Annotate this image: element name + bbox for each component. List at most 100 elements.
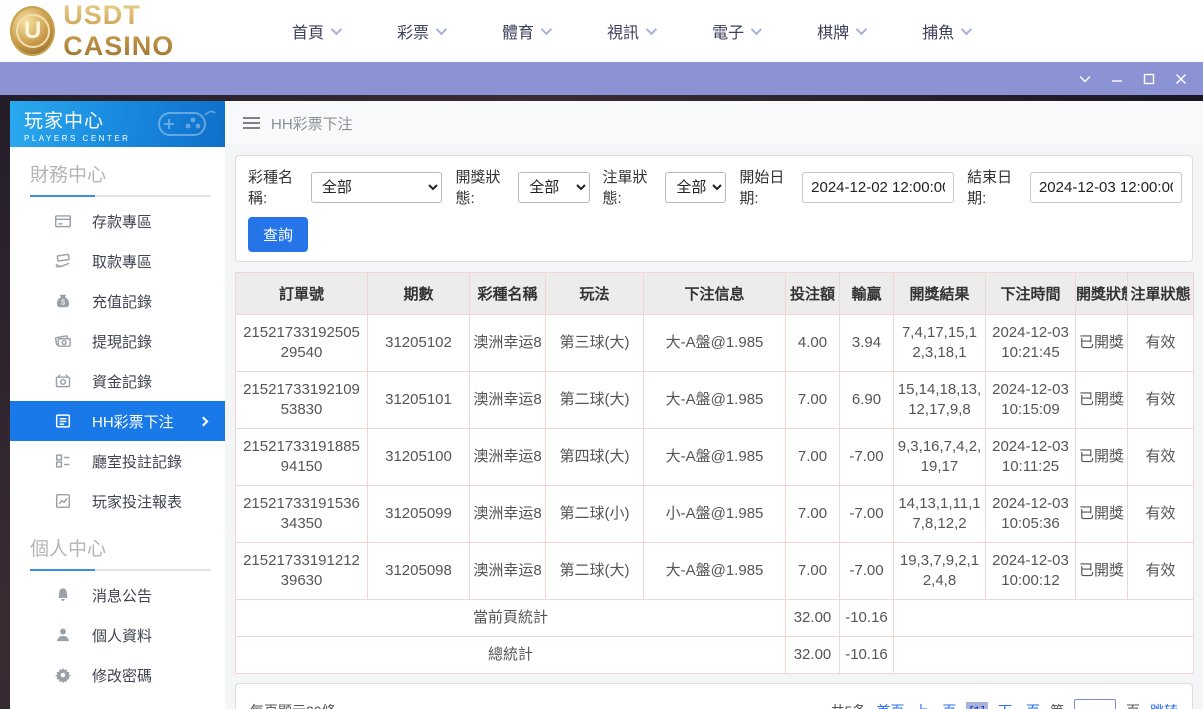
recharge-record-icon: $ xyxy=(54,292,72,310)
main-content: HH彩票下注 彩種名稱: 全部 開獎狀態: 全部 注單狀態: 全部 開始日期: … xyxy=(225,101,1203,709)
end-date-input[interactable] xyxy=(1029,171,1182,203)
table-cell: 已開獎 xyxy=(1075,542,1128,600)
per-page-label: 每頁顯示20條 xyxy=(250,701,336,709)
nav-item-label: 棋牌 xyxy=(817,25,850,42)
column-header: 下注時間 xyxy=(985,272,1076,315)
withdraw-record-icon xyxy=(54,332,72,350)
nav-item-label: 首頁 xyxy=(292,25,325,42)
sidebar-item[interactable]: 玩家投注報表 xyxy=(10,481,225,521)
table-cell: 2024-12-03 10:11:25 xyxy=(985,428,1076,486)
sidebar-item[interactable]: $ 充值記錄 xyxy=(10,281,225,321)
page-header: HH彩票下注 xyxy=(225,101,1203,145)
lottery-name-select[interactable]: 全部 xyxy=(310,171,443,203)
logo-text: USDT CASINO xyxy=(63,0,240,62)
site-logo[interactable]: U USDT CASINO xyxy=(0,0,240,62)
first-page-link[interactable]: 首页 xyxy=(876,701,904,709)
sidebar-item-label: 資金記錄 xyxy=(92,373,153,391)
summary-empty-cell xyxy=(893,599,1194,637)
prev-page-link[interactable]: 上一页 xyxy=(914,701,956,709)
nav-item[interactable]: 首頁 xyxy=(292,19,343,43)
nav-item[interactable]: 體育 xyxy=(502,19,553,43)
table-cell: 有效 xyxy=(1127,428,1194,486)
table-cell: -7.00 xyxy=(839,542,894,600)
table-cell: 已開獎 xyxy=(1075,428,1128,486)
next-page-link[interactable]: 下一页 xyxy=(998,701,1040,709)
window-minimize-button[interactable] xyxy=(1101,66,1133,92)
column-header: 玩法 xyxy=(545,272,644,315)
sidebar-item[interactable]: 資金記錄 xyxy=(10,361,225,401)
page-number-input[interactable] xyxy=(1074,699,1116,709)
nav-item[interactable]: 捕魚 xyxy=(922,19,973,43)
sidebar-item[interactable]: 修改密碼 xyxy=(10,655,225,695)
jump-link[interactable]: 跳转 xyxy=(1150,701,1178,709)
sidebar-section-title: 財務中心 xyxy=(30,165,107,186)
nav-item-label: 彩票 xyxy=(397,25,430,42)
column-header: 開獎結果 xyxy=(893,272,986,315)
column-header: 開獎狀態 xyxy=(1075,272,1128,315)
table-cell: 澳洲幸运8 xyxy=(469,314,546,372)
sidebar-item[interactable]: 取款專區 xyxy=(10,241,225,281)
nav-item[interactable]: 電子 xyxy=(712,19,763,43)
table-row: 2152173319250529540 31205102 澳洲幸运8 第三球(大) 大-… xyxy=(235,314,1194,372)
current-page-indicator[interactable]: [1] xyxy=(966,702,988,709)
section-divider xyxy=(30,569,211,571)
table-cell: 澳洲幸运8 xyxy=(469,371,546,429)
table-cell: 2024-12-03 10:15:09 xyxy=(985,371,1076,429)
sidebar-item[interactable]: 存款專區 xyxy=(10,201,225,241)
nav-item[interactable]: 棋牌 xyxy=(817,19,868,43)
nav-item-label: 體育 xyxy=(502,25,535,42)
total-count-label: 共5条 xyxy=(831,701,867,709)
sidebar-item[interactable]: 消息公告 xyxy=(10,575,225,615)
gamepad-icon xyxy=(158,110,216,136)
table-row: 2152173319188594150 31205100 澳洲幸运8 第四球(大) 大-… xyxy=(235,428,1194,486)
nav-item[interactable]: 視訊 xyxy=(607,19,658,43)
table-cell: 14,13,1,11,17,8,12,2 xyxy=(893,485,986,543)
hamburger-menu-icon[interactable] xyxy=(243,117,260,129)
search-button[interactable]: 查詢 xyxy=(248,217,309,252)
sidebar-item[interactable]: 個人資料 xyxy=(10,615,225,655)
draw-status-label: 開獎狀態: xyxy=(455,169,501,207)
summary-label: 總統計 xyxy=(235,636,786,674)
order-status-label: 注單狀態: xyxy=(602,169,648,207)
logo-letter: U xyxy=(15,14,50,48)
page-prefix-label: 第 xyxy=(1050,701,1064,709)
window-maximize-button[interactable] xyxy=(1133,66,1165,92)
start-date-label: 開始日期: xyxy=(739,169,785,207)
column-header: 下注信息 xyxy=(643,272,786,315)
sidebar-item[interactable]: 提現記錄 xyxy=(10,321,225,361)
page-title: HH彩票下注 xyxy=(271,115,353,133)
sidebar-item[interactable]: HH彩票下注 xyxy=(10,401,225,441)
end-date-label: 結束日期: xyxy=(967,169,1013,207)
sidebar-item-label: 消息公告 xyxy=(92,587,153,605)
summary-winloss-total: -10.16 xyxy=(839,636,894,674)
sidebar-item-label: 個人資料 xyxy=(92,627,153,645)
chevron-down-icon xyxy=(960,23,973,36)
sidebar-item[interactable]: 廳室投註記錄 xyxy=(10,441,225,481)
start-date-input[interactable] xyxy=(802,171,955,203)
column-header: 投注額 xyxy=(785,272,840,315)
window-titlebar xyxy=(0,62,1203,95)
sidebar-item-label: HH彩票下注 xyxy=(92,413,174,431)
nav-item[interactable]: 彩票 xyxy=(397,19,448,43)
table-cell: 6.90 xyxy=(839,371,894,429)
site-header: U USDT CASINO 首頁 彩票 體育 視訊 電子 棋牌 捕魚 xyxy=(0,0,1203,62)
order-status-select[interactable]: 全部 xyxy=(665,171,727,203)
table-cell: 2152173319153634350 xyxy=(235,485,368,543)
table-cell: 31205101 xyxy=(367,371,470,429)
column-header: 訂單號 xyxy=(235,272,368,315)
close-icon xyxy=(1176,73,1186,84)
table-cell: 澳洲幸运8 xyxy=(469,428,546,486)
draw-status-select[interactable]: 全部 xyxy=(518,171,590,203)
table-cell: 有效 xyxy=(1127,485,1194,543)
table-cell: 大-A盤@1.985 xyxy=(643,314,786,372)
table-cell: 2024-12-03 10:05:36 xyxy=(985,485,1076,543)
logo-coin-icon: U xyxy=(10,6,56,56)
table-cell: 31205099 xyxy=(367,485,470,543)
table-cell: 有效 xyxy=(1127,542,1194,600)
window-close-button[interactable] xyxy=(1165,66,1197,92)
window-dropdown-button[interactable] xyxy=(1069,66,1101,92)
table-cell: 有效 xyxy=(1127,371,1194,429)
summary-row: 總統計 32.00 -10.16 xyxy=(235,636,1194,674)
app-shell: 玩家中心 PLAYERS CENTER 財務中心 存款專區 取款專區 $ 充值記錄 提現記… xyxy=(0,95,1203,709)
deposit-icon xyxy=(54,212,72,230)
